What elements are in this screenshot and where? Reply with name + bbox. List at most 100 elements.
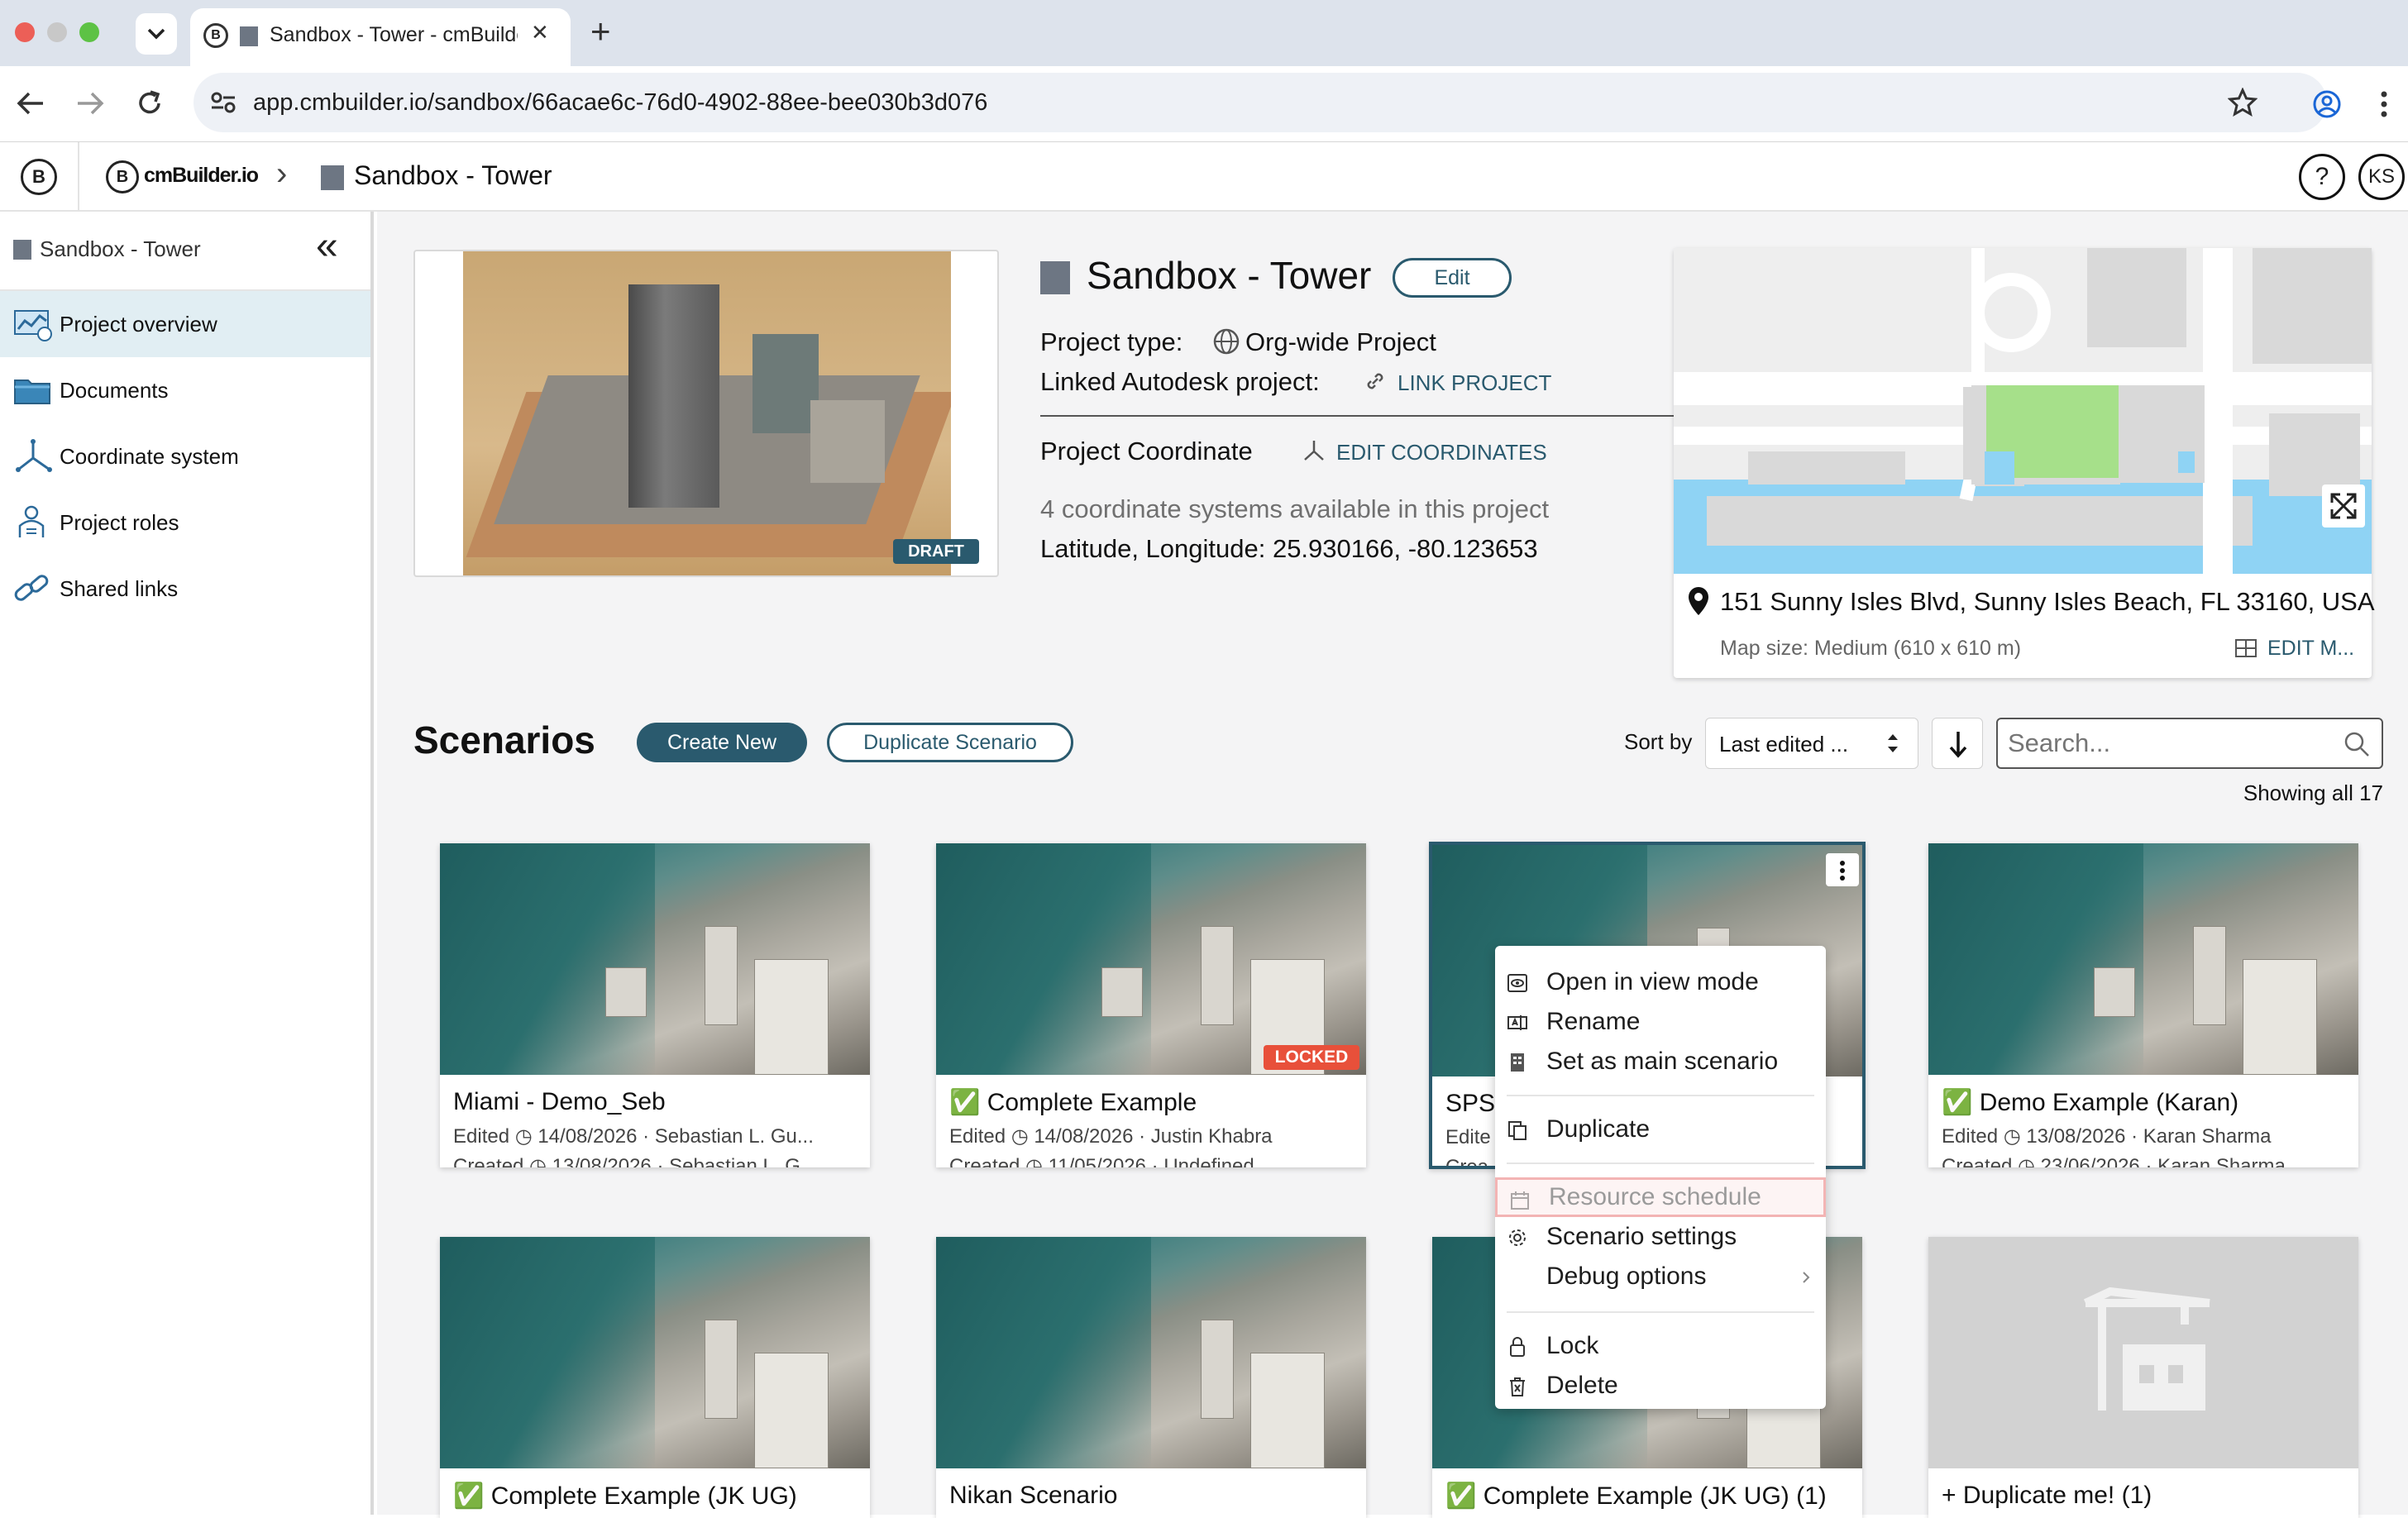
scenario-placeholder-thumbnail — [1928, 1237, 2358, 1468]
bookmark-star-icon[interactable] — [2228, 88, 2258, 117]
expand-map-button[interactable] — [2322, 485, 2365, 527]
maximize-window-button[interactable] — [79, 22, 99, 42]
scenario-card[interactable]: Nikan Scenario — [936, 1237, 1366, 1518]
axes-icon — [16, 439, 52, 472]
building-icon — [240, 26, 258, 46]
lock-icon — [1510, 1337, 1525, 1357]
edit-coordinates-button[interactable]: EDIT COORDINATES — [1336, 440, 1547, 465]
browser-tab[interactable]: B Sandbox - Tower - cmBuilder ✕ — [190, 8, 571, 66]
home-button[interactable]: B — [0, 142, 79, 212]
map-address: 151 Sunny Isles Blvd, Sunny Isles Beach,… — [1720, 587, 2375, 616]
scenario-card[interactable]: ✅ Demo Example (Karan) Edited ◷ 13/08/20… — [1928, 843, 2358, 1167]
menu-item-label: Resource schedule — [1549, 1183, 1761, 1210]
reload-icon[interactable] — [136, 89, 164, 117]
scenario-created: Created ◷ 13/08/2026 · Sebastian L. G... — [453, 1155, 817, 1167]
crane-building-icon — [2083, 1286, 2210, 1411]
map-grid-icon — [2235, 639, 2257, 657]
gear-icon — [1509, 1229, 1526, 1246]
scenario-thumbnail — [1928, 843, 2358, 1075]
search-field[interactable] — [1996, 718, 2383, 769]
brand-name[interactable]: cmBuilder.io — [144, 164, 259, 188]
menu-item-scenario-settings[interactable]: Scenario settings — [1495, 1217, 1826, 1257]
sidebar-item-coordinate-system[interactable]: Coordinate system — [0, 423, 370, 489]
menu-divider — [1507, 1311, 1814, 1313]
coordinate-systems-count: 4 coordinate systems available in this p… — [1040, 494, 1550, 523]
menu-item-label: Open in view mode — [1546, 968, 1759, 995]
browser-menu-icon[interactable] — [2380, 89, 2388, 119]
collapse-sidebar-icon[interactable]: « — [316, 227, 338, 266]
map-block — [2253, 248, 2372, 364]
building-model — [752, 334, 819, 433]
breadcrumb-project[interactable]: Sandbox - Tower — [354, 160, 552, 191]
scenario-thumbnail — [936, 1237, 1366, 1468]
menu-item-rename[interactable]: Rename — [1495, 1002, 1826, 1042]
create-new-button[interactable]: Create New — [637, 723, 807, 762]
scenario-card[interactable]: LOCKED ✅ Complete Example Edited ◷ 14/08… — [936, 843, 1366, 1167]
tab-search-button[interactable] — [136, 13, 177, 55]
forward-icon[interactable] — [76, 91, 104, 116]
profile-icon[interactable] — [2312, 89, 2342, 119]
browser-toolbar: app.cmbuilder.io/sandbox/66acae6c-76d0-4… — [0, 66, 2408, 142]
sidebar-item-shared-links[interactable]: Shared links — [0, 556, 370, 622]
project-type-value: Org-wide Project — [1245, 327, 1436, 356]
map-size: Map size: Medium (610 x 610 m) — [1720, 637, 2022, 660]
edit-map-button[interactable]: EDIT M... — [2267, 637, 2354, 661]
link-icon — [14, 575, 49, 601]
sidebar-item-documents[interactable]: Documents — [0, 357, 370, 423]
address-bar[interactable]: app.cmbuilder.io/sandbox/66acae6c-76d0-4… — [194, 73, 2327, 132]
overview-icon — [14, 310, 52, 341]
building-model — [810, 400, 885, 483]
minimize-window-button[interactable] — [47, 22, 67, 42]
sort-select-value: Last edited ... — [1719, 732, 1849, 757]
help-button[interactable]: ? — [2299, 154, 2345, 200]
folder-icon — [14, 380, 50, 404]
favicon-icon: B — [203, 23, 228, 48]
arrow-down-icon — [1949, 732, 1967, 758]
sort-direction-button[interactable] — [1932, 718, 1983, 769]
menu-item-delete[interactable]: Delete — [1495, 1366, 1826, 1406]
rename-icon — [1507, 1015, 1527, 1030]
locked-badge: LOCKED — [1264, 1045, 1359, 1070]
scenario-created: Crea — [1445, 1156, 1489, 1169]
edit-project-button[interactable]: Edit — [1393, 258, 1512, 298]
duplicate-scenario-button[interactable]: Duplicate Scenario — [827, 723, 1073, 762]
scenario-title: Miami - Demo_Seb — [453, 1088, 666, 1115]
trash-icon — [1510, 1377, 1525, 1396]
map-block — [2087, 248, 2186, 347]
menu-item-label: Set as main scenario — [1546, 1048, 1779, 1075]
menu-item-duplicate[interactable]: Duplicate — [1495, 1110, 1826, 1149]
search-input[interactable] — [2008, 728, 2330, 759]
sidebar-item-label: Project overview — [60, 311, 217, 337]
app-header: B B cmBuilder.io › Sandbox - Tower ? KS — [0, 142, 2408, 212]
location-map[interactable] — [1674, 248, 2372, 574]
map-pool — [1985, 451, 2014, 485]
menu-item-open-view-mode[interactable]: Open in view mode — [1495, 962, 1826, 1002]
back-icon[interactable] — [17, 91, 45, 116]
menu-item-set-main[interactable]: Set as main scenario — [1495, 1042, 1826, 1081]
sort-select[interactable]: Last edited ... — [1705, 718, 1918, 769]
map-card: 151 Sunny Isles Blvd, Sunny Isles Beach,… — [1674, 248, 2375, 678]
map-roundabout — [1971, 273, 2051, 352]
site-settings-icon[interactable] — [210, 91, 236, 114]
close-window-button[interactable] — [15, 22, 35, 42]
tab-close-icon[interactable]: ✕ — [531, 20, 549, 45]
avatar[interactable]: KS — [2358, 154, 2405, 200]
sidebar-item-project-overview[interactable]: Project overview — [0, 291, 370, 357]
scenario-title: ✅ Complete Example (JK UG) — [453, 1482, 797, 1510]
chevron-down-icon — [147, 28, 165, 40]
scenario-card[interactable]: + Duplicate me! (1) — [1928, 1237, 2358, 1518]
search-icon[interactable] — [2344, 731, 2370, 757]
menu-item-lock[interactable]: Lock — [1495, 1326, 1826, 1366]
scenario-card[interactable]: ✅ Complete Example (JK UG) — [440, 1237, 870, 1518]
new-tab-button[interactable]: + — [590, 12, 611, 51]
url-text[interactable]: app.cmbuilder.io/sandbox/66acae6c-76d0-4… — [253, 89, 987, 117]
link-project-button[interactable]: LINK PROJECT — [1398, 370, 1551, 396]
menu-item-debug-options[interactable]: Debug options — [1495, 1257, 1826, 1296]
card-menu-button[interactable] — [1826, 853, 1859, 886]
scenario-edited: Edited ◷ 13/08/2026 · Karan Sharma — [1942, 1125, 2272, 1148]
scenario-edited: Edited ◷ 14/08/2026 · Justin Khabra — [949, 1125, 1273, 1148]
sidebar-item-project-roles[interactable]: Project roles — [0, 489, 370, 556]
scenario-card[interactable]: Miami - Demo_Seb Edited ◷ 14/08/2026 · S… — [440, 843, 870, 1167]
scenario-title: SPS — [1445, 1090, 1496, 1117]
building-icon — [1040, 261, 1070, 294]
